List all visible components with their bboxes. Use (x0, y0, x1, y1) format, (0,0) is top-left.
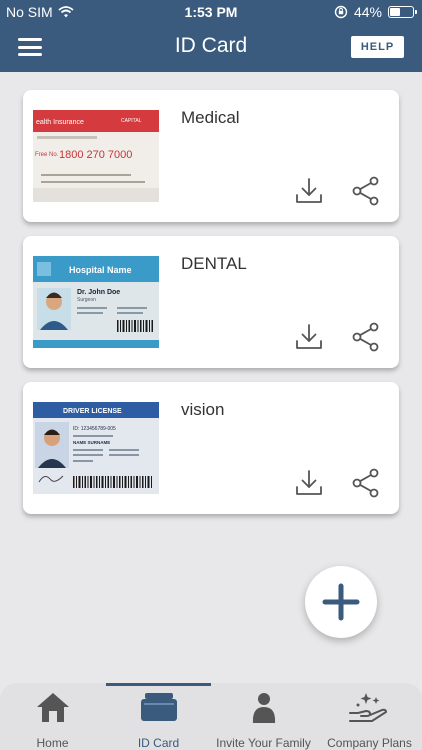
thumb-name-label: NAME SURNAME (73, 440, 110, 445)
card-name: DENTAL (181, 254, 247, 273)
thumb-header: ealth Insurance (36, 119, 84, 126)
share-icon[interactable] (351, 322, 381, 352)
thumb-id: ID: 123456789-005 (73, 426, 116, 432)
download-icon[interactable] (294, 468, 324, 498)
id-card-item[interactable]: DRIVER LICENSE ID: 123456789-005 NAME SU… (23, 382, 399, 514)
tab-id-card[interactable]: ID Card (106, 683, 211, 750)
thumb-person: Dr. John Doe (77, 289, 120, 296)
plus-icon (322, 583, 360, 621)
tab-label: Home (36, 736, 69, 750)
tab-bar: Home ID Card Invite Your Family Company … (0, 683, 422, 750)
tab-home[interactable]: Home (0, 683, 105, 750)
card-thumbnail: Hospital Name Dr. John Doe Surgeon (33, 256, 159, 348)
card-thumbnail: DRIVER LICENSE ID: 123456789-005 NAME SU… (33, 402, 159, 494)
hand-sparkle-icon (348, 693, 387, 722)
top-bar: No SIM 1:53 PM 44% ID Card HELP (0, 0, 422, 72)
download-icon[interactable] (294, 322, 324, 352)
tab-label: ID Card (137, 736, 180, 750)
home-icon (36, 693, 69, 722)
nav-bar: ID Card HELP (0, 24, 422, 72)
screen: No SIM 1:53 PM 44% ID Card HELP ealth In… (0, 0, 422, 750)
thumb-logo: CAPITAL (121, 118, 142, 124)
download-icon[interactable] (294, 176, 324, 206)
id-card-icon (140, 693, 177, 721)
help-button[interactable]: HELP (351, 36, 404, 58)
share-icon[interactable] (351, 468, 381, 498)
orientation-lock-icon (334, 5, 348, 19)
thumb-header: DRIVER LICENSE (63, 408, 122, 415)
add-card-button[interactable] (305, 566, 377, 638)
tab-company-plans[interactable]: Company Plans (317, 683, 422, 750)
card-name: vision (181, 400, 225, 419)
thumb-phone-label: Free No. (35, 152, 59, 158)
card-thumbnail: ealth Insurance CAPITAL Free No. 1800 27… (33, 110, 159, 202)
person-icon (252, 693, 275, 723)
share-icon[interactable] (351, 176, 381, 206)
thumb-phone: 1800 270 7000 (59, 149, 132, 161)
card-name: Medical (181, 108, 240, 127)
tab-label: Company Plans (327, 736, 412, 750)
tab-label: Invite Your Family (216, 736, 311, 750)
status-bar: No SIM 1:53 PM 44% (0, 0, 422, 24)
battery-percent: 44% (353, 4, 382, 20)
battery-fill (390, 8, 400, 16)
battery-icon (388, 6, 417, 18)
id-card-item[interactable]: ealth Insurance CAPITAL Free No. 1800 27… (23, 90, 399, 222)
status-right: 44% (334, 4, 417, 20)
id-card-item[interactable]: Hospital Name Dr. John Doe Surgeon DENTA… (23, 236, 399, 368)
tab-invite-family[interactable]: Invite Your Family (211, 683, 316, 750)
active-tab-indicator (106, 683, 211, 686)
thumb-role: Surgeon (77, 297, 96, 303)
thumb-header: Hospital Name (69, 265, 132, 275)
